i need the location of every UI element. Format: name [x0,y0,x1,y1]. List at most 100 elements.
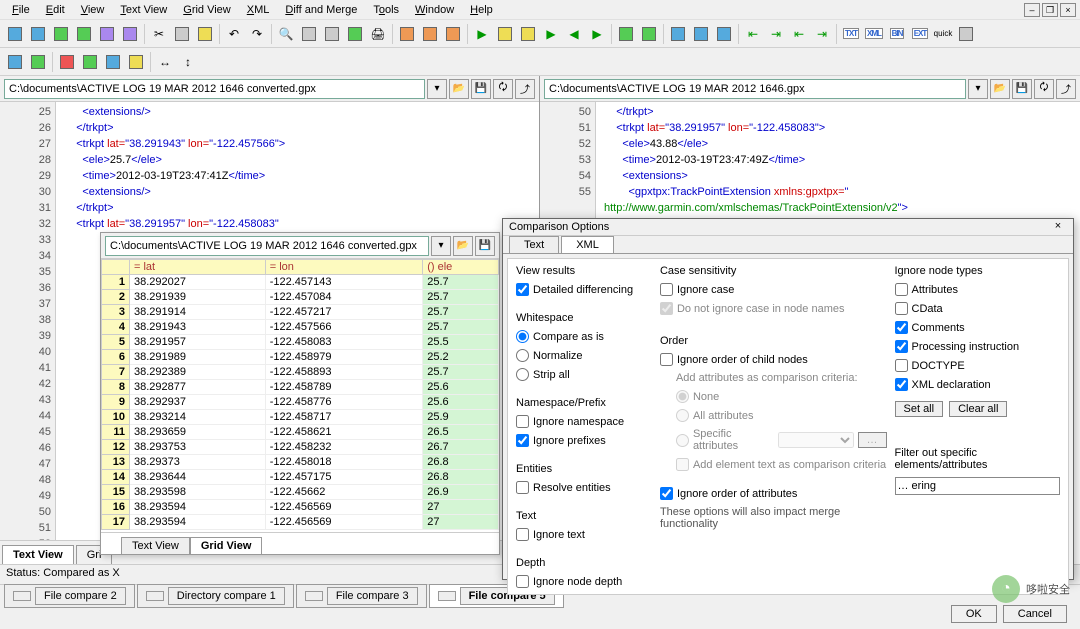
tb-print-icon[interactable]: 🖨 [367,23,389,45]
tb-save-icon[interactable] [96,23,118,45]
btn-setall[interactable]: Set all [895,401,944,417]
left-dropdown-icon[interactable]: ▾ [427,79,447,99]
grid-save-icon[interactable]: 💾 [475,236,495,256]
menu-window[interactable]: Window [407,2,462,18]
menu-edit[interactable]: Edit [38,2,73,18]
tb-lbl-xml-icon[interactable]: XML [863,23,885,45]
btn-clearall[interactable]: Clear all [949,401,1007,417]
tab-filecompare2[interactable]: File compare 2 [4,584,135,608]
table-row[interactable]: 1338.29373-122.45801826.8 [102,455,499,470]
tb-redo-icon[interactable]: ↷ [246,23,268,45]
menu-file[interactable]: File [4,2,38,18]
tb-nav-first-icon[interactable]: ▶ [471,23,493,45]
left-refresh-icon[interactable]: 🗘 [493,79,513,99]
minimize-icon[interactable]: – [1024,3,1040,17]
table-row[interactable]: 338.291914-122.45721725.7 [102,305,499,320]
tab-filecompare3[interactable]: File compare 3 [296,584,427,608]
tb-copy-all-right-icon[interactable]: ⇥ [811,23,833,45]
tb2-c-icon[interactable] [56,51,78,73]
grid-tab-gridview[interactable]: Grid View [190,537,263,554]
tb-merge1-icon[interactable] [615,23,637,45]
chk-ignore-prefixes[interactable]: Ignore prefixes [516,434,652,447]
tb-diff1-icon[interactable] [667,23,689,45]
table-row[interactable]: 538.291957-122.45808325.5 [102,335,499,350]
tb-doc2-icon[interactable] [321,23,343,45]
chk-ignore-case[interactable]: Ignore case [660,283,887,296]
tb-play3-icon[interactable] [442,23,464,45]
menu-view[interactable]: View [73,2,113,18]
chk-ign-proc[interactable]: Processing instruction [895,340,1061,353]
menu-xml[interactable]: XML [239,2,278,18]
tb-nav-prev-icon[interactable] [494,23,516,45]
tb-nav-next-icon[interactable] [517,23,539,45]
tb-lbl-txt-icon[interactable]: TXT [840,23,862,45]
right-open-icon[interactable]: 📂 [990,79,1010,99]
table-row[interactable]: 1038.293214-122.45871725.9 [102,410,499,425]
chk-ign-doctype[interactable]: DOCTYPE [895,359,1061,372]
left-path-input[interactable] [4,79,425,99]
tb-copy-left-icon[interactable]: ⇤ [742,23,764,45]
table-row[interactable]: 638.291989-122.45897925.2 [102,350,499,365]
menu-gridview[interactable]: Grid View [175,2,239,18]
chk-ignore-depth[interactable]: Ignore node depth [516,575,652,588]
table-row[interactable]: 138.292027-122.45714325.7 [102,275,499,290]
dlg-tab-text[interactable]: Text [509,236,559,253]
tb-play1-icon[interactable] [396,23,418,45]
left-open-icon[interactable]: 📂 [449,79,469,99]
tb-new4-icon[interactable] [73,23,95,45]
tb-cut-icon[interactable]: ✂ [148,23,170,45]
tb-saveall-icon[interactable] [119,23,141,45]
tb-lbl-ext-icon[interactable]: EXT [909,23,931,45]
chk-resolve-entities[interactable]: Resolve entities [516,481,652,494]
tb2-f-icon[interactable] [125,51,147,73]
grid-table[interactable]: = lat = lon () ele 138.292027-122.457143… [101,259,499,530]
rad-stripall[interactable]: Strip all [516,368,652,381]
left-tab-textview[interactable]: Text View [2,545,74,564]
chk-ign-comments[interactable]: Comments [895,321,1061,334]
right-save-icon[interactable]: 💾 [1012,79,1032,99]
table-row[interactable]: 238.291939-122.45708425.7 [102,290,499,305]
close-icon[interactable]: × [1060,3,1076,17]
tb-merge2-icon[interactable] [638,23,660,45]
right-refresh-icon[interactable]: 🗘 [1034,79,1054,99]
menu-textview[interactable]: Text View [112,2,175,18]
dlg-tab-xml[interactable]: XML [561,236,614,253]
table-row[interactable]: 738.292389-122.45889325.7 [102,365,499,380]
tb2-d-icon[interactable] [79,51,101,73]
rad-normalize[interactable]: Normalize [516,349,652,362]
right-export-icon[interactable]: ⤴ [1056,79,1076,99]
chk-ignore-namespace[interactable]: Ignore namespace [516,415,652,428]
tb-undo-icon[interactable]: ↶ [223,23,245,45]
tb-quick-icon[interactable]: quick [932,23,954,45]
filter-input[interactable] [895,477,1061,495]
chk-ign-attrs[interactable]: Attributes [895,283,1061,296]
table-row[interactable]: 1138.293659-122.45862126.5 [102,425,499,440]
chk-ign-cdata[interactable]: CData [895,302,1061,315]
table-row[interactable]: 1638.293594-122.45656927 [102,500,499,515]
tb-new3-icon[interactable] [50,23,72,45]
chk-ign-xmldecl[interactable]: XML declaration [895,378,1061,391]
tb2-a-icon[interactable] [4,51,26,73]
tb2-h-icon[interactable]: ↕ [177,51,199,73]
tb-find-icon[interactable]: 🔍 [275,23,297,45]
table-row[interactable]: 1538.293598-122.4566226.9 [102,485,499,500]
tb-left-icon[interactable]: ◀ [563,23,585,45]
grid-dropdown-icon[interactable]: ▾ [431,236,451,256]
tb-copy-all-left-icon[interactable]: ⇤ [788,23,810,45]
table-row[interactable]: 1438.293644-122.45717526.8 [102,470,499,485]
left-save-icon[interactable]: 💾 [471,79,491,99]
tb-new-icon[interactable] [4,23,26,45]
tb-check-icon[interactable] [344,23,366,45]
col-lon[interactable]: = lon [265,260,422,275]
tb2-b-icon[interactable] [27,51,49,73]
grid-open-icon[interactable]: 📂 [453,236,473,256]
tb-lbl-bin-icon[interactable]: BIN [886,23,908,45]
menu-tools[interactable]: Tools [365,2,407,18]
tb-compare-icon[interactable]: ▶ [540,23,562,45]
tb-copy-right-icon[interactable]: ⇥ [765,23,787,45]
left-export-icon[interactable]: ⤴ [515,79,535,99]
dialog-close-icon[interactable]: × [1049,219,1067,235]
right-dropdown-icon[interactable]: ▾ [968,79,988,99]
table-row[interactable]: 938.292937-122.45877625.6 [102,395,499,410]
chk-ignore-text[interactable]: Ignore text [516,528,652,541]
